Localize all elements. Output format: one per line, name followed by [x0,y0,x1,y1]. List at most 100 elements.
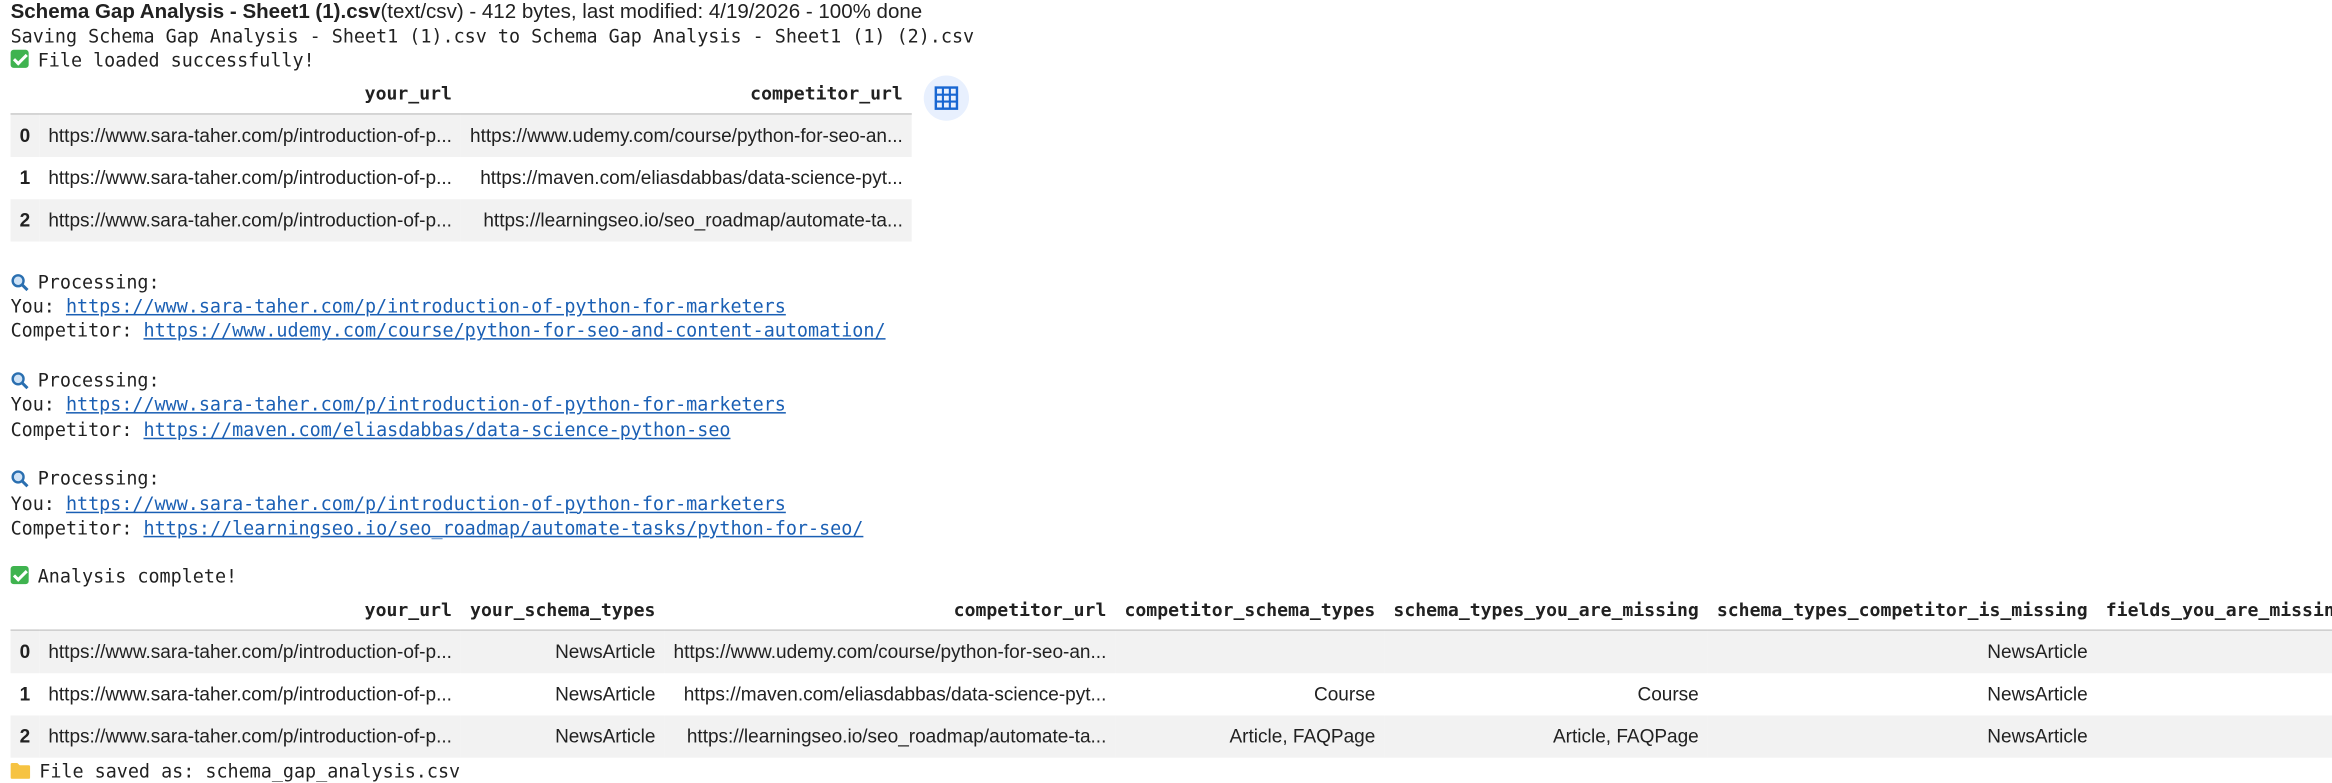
competitor-url-link[interactable]: https://maven.com/eliasdabbas/data-scien… [143,419,730,440]
you-url-link[interactable]: https://www.sara-taher.com/p/introductio… [66,395,786,416]
processing-block: Processing: You: https://www.sara-taher.c… [11,368,2332,466]
table-header-row: your_url your_schema_types competitor_ur… [10,589,2332,631]
processing-header: Processing: [11,368,2332,393]
column-header: your_schema_types [460,589,665,631]
column-header: schema_types_competitor_is_missing [1707,589,2097,631]
competitor-schema-types-cell: Course [1314,683,1376,705]
result-dataframe-table: your_url your_schema_types competitor_ur… [10,589,2332,758]
processing-label: Processing: [37,468,160,490]
saved-message-text: File saved as: schema_gap_analysis.csv [39,760,461,782]
column-header: competitor_url [664,589,1116,631]
competitor-schema-types-cell: Article, FAQPage [1115,715,1385,758]
index-header [10,589,40,631]
competitor-line: Competitor: https://www.udemy.com/course… [11,319,2332,344]
saved-message: File saved as: schema_gap_analysis.csv [10,759,2332,783]
loaded-message: File loaded successfully! [10,49,2332,74]
column-header: your_url [39,73,461,115]
you-label: You: [10,492,66,515]
processing-header: Processing: [11,467,2332,492]
magnifying-glass-icon [11,470,29,488]
schema-types-you-are-missing-cell: Article, FAQPage [1384,715,1708,758]
table-row: 2 https://www.sara-taher.com/p/introducti… [10,198,912,241]
competitor-label: Competitor: [10,320,144,342]
row-index: 2 [10,198,40,241]
column-header: your_url [39,589,461,631]
processing-block: Processing: You: https://www.sara-taher.c… [11,467,2332,565]
magnifying-glass-icon [11,273,29,292]
competitor-url-cell: https://www.udemy.com/course/python-for-… [460,113,912,157]
schema-types-you-are-missing-cell: Course [1637,683,1699,705]
competitor-url-cell: https://www.udemy.com/course/python-for-… [664,629,1116,673]
your-url-cell: https://www.sara-taher.com/p/introductio… [48,166,452,189]
table-row: 1 https://www.sara-taher.com/p/introducti… [11,156,912,198]
column-header: competitor_url [460,73,912,115]
your-url-cell: https://www.sara-taher.com/p/introductio… [39,113,461,157]
row-index: 2 [10,715,40,758]
upload-filename: Schema Gap Analysis - Sheet1 (1).csv [10,0,381,23]
competitor-url-cell: https://learningseo.io/seo_roadmap/autom… [460,198,912,241]
your-schema-types-cell: NewsArticle [460,715,665,758]
column-header: fields_you_are_missing [2096,589,2332,631]
loaded-message-text: File loaded successfully! [37,50,315,72]
competitor-label: Competitor: [10,517,144,539]
competitor-url-cell: https://maven.com/eliasdabbas/data-scien… [480,166,903,189]
table-grid-icon [934,85,959,110]
your-url-cell: https://www.sara-taher.com/p/introductio… [48,683,452,705]
your-url-cell: https://www.sara-taher.com/p/introductio… [39,715,461,758]
competitor-url-cell: https://maven.com/eliasdabbas/data-scien… [683,683,1107,705]
row-index: 0 [10,629,40,673]
you-line: You: https://www.sara-taher.com/p/introd… [11,393,2332,418]
you-label: You: [10,296,66,318]
your-schema-types-cell: NewsArticle [460,629,665,673]
you-line: You: https://www.sara-taher.com/p/introd… [11,295,2332,320]
upload-status: Schema Gap Analysis - Sheet1 (1).csv(tex… [11,0,2332,24]
competitor-line: Competitor: https://maven.com/eliasdabba… [11,418,2332,443]
table-row: 2 https://www.sara-taher.com/p/introducti… [10,715,2332,758]
convert-to-interactive-table-button[interactable] [923,74,970,121]
processing-block: Processing: You: https://www.sara-taher.c… [11,270,2332,368]
fields-you-are-missing-cell [2097,673,2332,715]
schema-types-competitor-is-missing-cell: NewsArticle [1707,629,2097,673]
schema-types-competitor-is-missing-cell: NewsArticle [1987,683,2088,705]
competitor-url-link[interactable]: https://www.udemy.com/course/python-for-… [143,321,885,342]
cell-output-area: Schema Gap Analysis - Sheet1 (1).csv(tex… [0,0,2332,783]
fields-you-are-missing-cell [2096,629,2332,673]
competitor-schema-types-cell [1115,629,1385,673]
input-dataframe-table: your_url competitor_url 0 https://www.sar… [10,73,912,241]
you-line: You: https://www.sara-taher.com/p/introd… [11,491,2332,516]
column-header: schema_types_you_are_missing [1384,589,1708,631]
competitor-line: Competitor: https://learningseo.io/seo_r… [11,516,2332,541]
check-mark-icon [10,50,29,69]
schema-types-you-are-missing-cell [1384,629,1708,673]
table-header-row: your_url competitor_url [10,73,912,115]
row-index: 1 [19,683,31,705]
competitor-url-link[interactable]: https://learningseo.io/seo_roadmap/autom… [143,518,863,539]
folder-icon [10,762,31,779]
processing-label: Processing: [37,369,160,392]
upload-meta: (text/csv) - 412 bytes, last modified: 4… [380,0,923,23]
you-url-link[interactable]: https://www.sara-taher.com/p/introductio… [66,493,786,514]
notebook-output: Schema Gap Analysis - Sheet1 (1).csv(tex… [0,0,2332,783]
index-header [10,73,40,115]
fields-you-are-missing-cell [2096,715,2332,758]
competitor-label: Competitor: [10,419,144,441]
processing-log: Processing: You: https://www.sara-taher.c… [11,270,2332,565]
magnifying-glass-icon [11,372,29,390]
complete-message: Analysis complete! [10,565,2332,590]
dataframe-input: your_url competitor_url 0 https://www.sar… [10,73,970,241]
your-url-cell: https://www.sara-taher.com/p/introductio… [39,629,461,673]
your-schema-types-cell: NewsArticle [555,683,656,705]
row-index: 1 [19,166,31,189]
row-index: 0 [10,113,40,157]
processing-label: Processing: [37,271,160,293]
table-row: 1 https://www.sara-taher.com/p/introducti… [11,673,2332,715]
check-mark-icon [10,566,29,585]
competitor-url-cell: https://learningseo.io/seo_roadmap/autom… [664,715,1116,758]
table-row: 0 https://www.sara-taher.com/p/introducti… [10,113,912,157]
schema-types-competitor-is-missing-cell: NewsArticle [1707,715,2097,758]
complete-message-text: Analysis complete! [37,566,238,588]
you-url-link[interactable]: https://www.sara-taher.com/p/introductio… [66,296,786,317]
column-header: competitor_schema_types [1115,589,1385,631]
your-url-cell: https://www.sara-taher.com/p/introductio… [39,198,461,241]
processing-header: Processing: [11,270,2332,295]
